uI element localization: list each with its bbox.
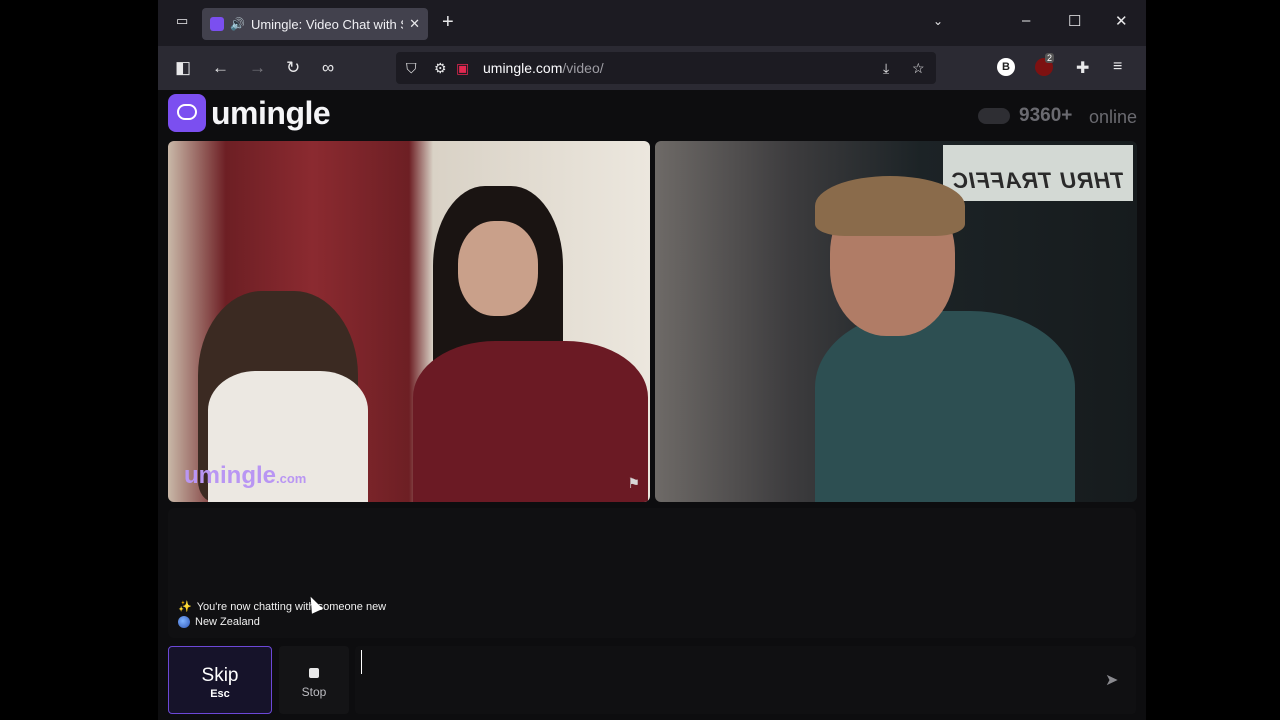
ublock-count-badge: 2	[1045, 53, 1055, 63]
new-tab-icon[interactable]: +	[442, 11, 454, 34]
stop-icon	[309, 668, 319, 678]
online-status-toggle[interactable]	[978, 108, 1010, 124]
navigation-toolbar: ◧ ← → ↻ ∞ ⛉ ⚙ ▣ umingle.com/video/ ⤓ ☆ B…	[158, 46, 1146, 90]
close-window-icon[interactable]: ✕	[1115, 12, 1128, 30]
skip-shortcut: Esc	[210, 688, 230, 700]
local-video: umingle.com ⚑	[168, 141, 650, 502]
umingle-favicon-icon	[210, 17, 224, 31]
partner-country: New Zealand	[178, 616, 260, 628]
country-text: New Zealand	[195, 616, 260, 628]
chat-bubble-icon	[177, 104, 197, 120]
bookmark-star-icon[interactable]: ☆	[912, 60, 925, 77]
url-bar[interactable]: ⛉ ⚙ ▣ umingle.com/video/ ⤓ ☆	[396, 52, 936, 84]
send-icon[interactable]: ➤	[1105, 670, 1118, 690]
forward-icon[interactable]: →	[249, 58, 266, 78]
chat-log: ✨ You're now chatting with someone new N…	[168, 508, 1136, 638]
tab-title: Umingle: Video Chat with S	[250, 16, 404, 32]
shield-icon[interactable]: ⛉	[406, 60, 417, 77]
extensions-puzzle-icon[interactable]: ✚	[1076, 58, 1089, 78]
save-page-icon[interactable]: ⤓	[883, 60, 889, 77]
watermark-name: umingle	[184, 462, 277, 489]
url-path: /video/	[562, 60, 604, 76]
watermark-suffix: .com	[276, 471, 307, 486]
clothing-silhouette	[413, 341, 648, 502]
maximize-icon[interactable]: ☐	[1068, 12, 1081, 30]
video-watermark: umingle.com	[184, 462, 306, 490]
face-silhouette	[458, 221, 538, 316]
system-message-text: You're now chatting with someone new	[196, 600, 387, 613]
skip-label: Skip	[201, 665, 239, 686]
close-tab-icon[interactable]: ✕	[409, 16, 420, 32]
online-label: online	[1089, 107, 1138, 127]
stop-label: Stop	[301, 685, 327, 699]
reload-icon[interactable]: ↻	[286, 58, 300, 78]
stop-button[interactable]: Stop	[279, 646, 349, 714]
url-domain: umingle.com	[483, 60, 563, 76]
globe-icon	[178, 616, 190, 628]
app-menu-icon[interactable]: ≡	[1113, 58, 1122, 76]
firefox-view-icon[interactable]: ▭	[176, 13, 188, 29]
sparkles-icon: ✨	[178, 601, 192, 613]
url-text: umingle.com/video/	[483, 60, 604, 76]
remote-video: THRU TRAFFIC	[655, 141, 1137, 502]
report-flag-icon[interactable]: ⚑	[627, 475, 640, 492]
speaker-icon[interactable]: 🔊	[230, 17, 245, 31]
skip-button[interactable]: Skip Esc	[168, 646, 272, 714]
umingle-logo-icon[interactable]	[168, 94, 206, 132]
minimize-icon[interactable]: –	[1022, 12, 1030, 29]
sidebar-icon[interactable]: ◧	[175, 58, 191, 78]
message-box: ➤	[355, 646, 1136, 714]
tab-umingle[interactable]: 🔊 Umingle: Video Chat with S ✕	[202, 8, 428, 40]
message-input[interactable]	[361, 650, 1101, 674]
browser-window: ▭ 🔊 Umingle: Video Chat with S ✕ + ⌄ – ☐…	[158, 0, 1146, 720]
tab-strip: ▭ 🔊 Umingle: Video Chat with S ✕ + ⌄ – ☐…	[158, 0, 1146, 46]
back-icon[interactable]: ←	[212, 58, 229, 78]
system-message: ✨ You're now chatting with someone new	[178, 600, 387, 614]
clothing-silhouette	[815, 311, 1075, 502]
hair-silhouette	[815, 176, 965, 236]
extension-infinity-icon[interactable]: ∞	[322, 58, 334, 78]
permissions-icon[interactable]: ⚙	[434, 60, 447, 77]
background-sign: THRU TRAFFIC	[943, 145, 1133, 201]
site-logo-text[interactable]: umingle	[211, 95, 331, 132]
profile-extension-icon[interactable]: B	[997, 58, 1015, 76]
online-count: 9360+	[1019, 105, 1073, 126]
camera-sharing-icon[interactable]: ▣	[456, 60, 469, 77]
list-all-tabs-icon[interactable]: ⌄	[933, 14, 943, 28]
